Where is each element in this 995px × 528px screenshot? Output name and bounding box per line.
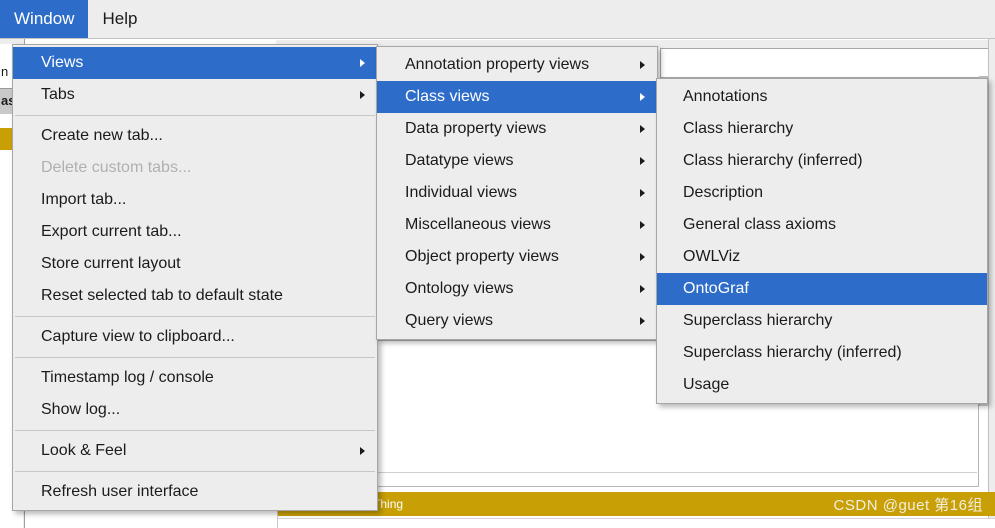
chevron-right-icon [640, 125, 645, 133]
views-submenu-item-miscellaneous-views[interactable]: Miscellaneous views [377, 209, 657, 241]
menubar-item-window[interactable]: Window [0, 0, 89, 38]
menu-item-label: Miscellaneous views [405, 216, 551, 233]
menu-item-label: OWLViz [683, 248, 741, 265]
window-menu-item-look-feel[interactable]: Look & Feel [13, 435, 377, 467]
views-submenu-item-query-views[interactable]: Query views [377, 305, 657, 337]
menu-item-label: Tabs [41, 86, 75, 103]
menu-item-label: Import tab... [41, 191, 127, 208]
chevron-right-icon [360, 447, 365, 455]
menu-item-label: Annotations [683, 88, 768, 105]
views-submenu-item-datatype-views[interactable]: Datatype views [377, 145, 657, 177]
menu-item-label: Export current tab... [41, 223, 182, 240]
menubar-item-help[interactable]: Help [88, 0, 151, 38]
menu-item-label: Views [41, 54, 84, 71]
background-bottom-strip [277, 518, 995, 528]
window-menu-item-timestamp-log-console[interactable]: Timestamp log / console [13, 362, 377, 394]
menu-item-label: Timestamp log / console [41, 369, 214, 386]
chevron-right-icon [640, 93, 645, 101]
menu-item-label: Annotation property views [405, 56, 590, 73]
application-window: Description: owl:Thing CSDN @guet 第16组 n… [0, 0, 995, 528]
background-editor-divider [277, 472, 977, 473]
views-submenu-item-ontology-views[interactable]: Ontology views [377, 273, 657, 305]
menu-item-label: Class hierarchy [683, 120, 794, 137]
class-views-item-owlviz[interactable]: OWLViz [657, 241, 987, 273]
menu-item-label: Reset selected tab to default state [41, 287, 283, 304]
menu-item-label: Capture view to clipboard... [41, 328, 235, 345]
menu-item-label: Description [683, 184, 764, 201]
class-views-item-class-hierarchy-inferred[interactable]: Class hierarchy (inferred) [657, 145, 987, 177]
chevron-right-icon [640, 317, 645, 325]
menu-item-label: Individual views [405, 184, 518, 201]
menu-separator [15, 430, 375, 431]
chevron-right-icon [640, 221, 645, 229]
window-menu-item-export-current-tab[interactable]: Export current tab... [13, 216, 377, 248]
menu-item-label: Datatype views [405, 152, 514, 169]
status-bar: Description: owl:Thing CSDN @guet 第16组 [277, 492, 995, 516]
class-views-item-annotations[interactable]: Annotations [657, 81, 987, 113]
chevron-right-icon [640, 285, 645, 293]
menu-item-label: Class views [405, 88, 490, 105]
menu-item-label: Superclass hierarchy (inferred) [683, 344, 902, 361]
views-submenu-item-data-property-views[interactable]: Data property views [377, 113, 657, 145]
chevron-right-icon [360, 91, 365, 99]
menu-item-label: Object property views [405, 248, 559, 265]
window-menu-item-store-current-layout[interactable]: Store current layout [13, 248, 377, 280]
menu-bar: Window Help [0, 0, 151, 38]
menu-separator [15, 471, 375, 472]
window-menu-item-import-tab[interactable]: Import tab... [13, 184, 377, 216]
views-submenu-item-class-views[interactable]: Class views [377, 81, 657, 113]
menu-item-label: Class hierarchy (inferred) [683, 152, 863, 169]
class-views-item-general-class-axioms[interactable]: General class axioms [657, 209, 987, 241]
chevron-right-icon [640, 61, 645, 69]
menu-separator [15, 115, 375, 116]
views-submenu-popup: Annotation property views Class views Data… [376, 46, 658, 340]
views-submenu-item-annotation-property-views[interactable]: Annotation property views [377, 49, 657, 81]
menu-item-label: Store current layout [41, 255, 181, 272]
class-views-item-superclass-hierarchy[interactable]: Superclass hierarchy [657, 305, 987, 337]
class-views-item-ontograf[interactable]: OntoGraf [657, 273, 987, 305]
menubar-item-label: Help [102, 9, 138, 28]
chevron-right-icon [360, 59, 365, 67]
menu-item-label: Usage [683, 376, 730, 393]
menu-item-label: Show log... [41, 401, 121, 418]
left-fragment-text-1: n [1, 64, 9, 79]
menu-item-label: Ontology views [405, 280, 514, 297]
menu-item-label: Query views [405, 312, 494, 329]
menu-item-label: Refresh user interface [41, 483, 199, 500]
watermark-text: CSDN @guet 第16组 [833, 496, 983, 514]
window-menu-item-show-log[interactable]: Show log... [13, 394, 377, 426]
menubar-item-label: Window [14, 9, 75, 28]
window-menu-item-tabs[interactable]: Tabs [13, 79, 377, 111]
menu-item-label: General class axioms [683, 216, 836, 233]
menu-item-label: Delete custom tabs... [41, 159, 192, 176]
class-views-item-description[interactable]: Description [657, 177, 987, 209]
menu-item-label: Superclass hierarchy [683, 312, 833, 329]
window-menu-item-reset-selected-tab-to-default-state[interactable]: Reset selected tab to default state [13, 280, 377, 312]
background-search-field[interactable] [660, 48, 992, 78]
background-right-edge [988, 38, 995, 528]
menu-item-label: Look & Feel [41, 442, 127, 459]
window-menu-item-delete-custom-tabs: Delete custom tabs... [13, 152, 377, 184]
menu-separator [15, 357, 375, 358]
views-submenu-item-object-property-views[interactable]: Object property views [377, 241, 657, 273]
menu-item-label: Data property views [405, 120, 547, 137]
menu-item-label: OntoGraf [683, 280, 749, 297]
views-submenu-item-individual-views[interactable]: Individual views [377, 177, 657, 209]
window-menu-item-create-new-tab[interactable]: Create new tab... [13, 120, 377, 152]
menu-item-label: Create new tab... [41, 127, 163, 144]
class-views-item-superclass-hierarchy-inferred[interactable]: Superclass hierarchy (inferred) [657, 337, 987, 369]
window-menu-popup: Views Tabs Create new tab... Delete custom … [12, 44, 378, 511]
window-menu-item-capture-view-to-clipboard[interactable]: Capture view to clipboard... [13, 321, 377, 353]
class-views-submenu-popup: Annotations Class hierarchy Class hierarch… [656, 78, 988, 404]
window-menu-item-refresh-user-interface[interactable]: Refresh user interface [13, 476, 377, 508]
menu-separator [15, 316, 375, 317]
chevron-right-icon [640, 253, 645, 261]
window-menu-item-views[interactable]: Views [13, 47, 377, 79]
class-views-item-class-hierarchy[interactable]: Class hierarchy [657, 113, 987, 145]
class-views-item-usage[interactable]: Usage [657, 369, 987, 401]
chevron-right-icon [640, 157, 645, 165]
chevron-right-icon [640, 189, 645, 197]
